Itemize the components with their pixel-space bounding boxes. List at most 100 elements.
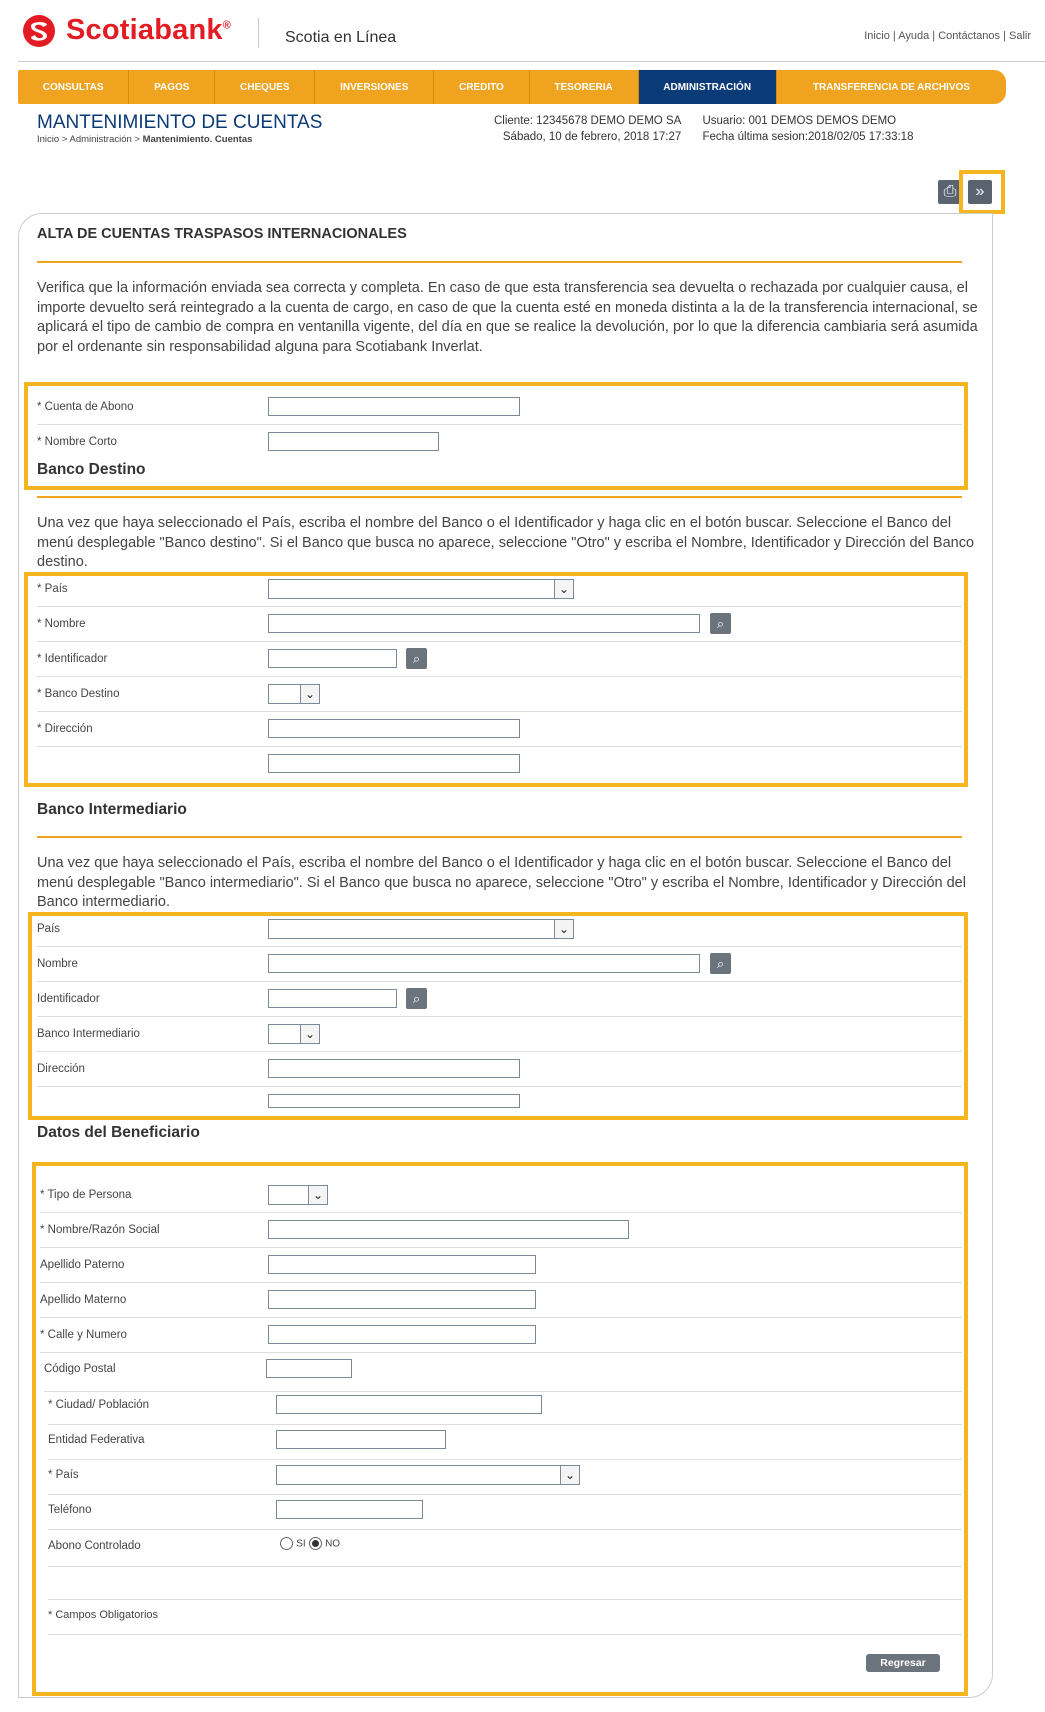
client-id: Cliente: 12345678 DEMO DEMO SA <box>494 115 682 127</box>
label-tipo-persona: * Tipo de Persona <box>40 1189 132 1201</box>
label-apellido-paterno: Apellido Paterno <box>40 1259 125 1271</box>
nombre-razon-input[interactable] <box>268 1220 629 1239</box>
chevron-down-icon: ⌄ <box>308 1186 327 1204</box>
label-banco-intermediario: Banco Intermediario <box>37 1028 140 1040</box>
nav-credito[interactable]: CREDITO <box>434 70 530 104</box>
heading-banco-destino: Banco Destino <box>37 461 146 478</box>
label-ciudad: * Ciudad/ Población <box>48 1399 150 1411</box>
search-icon[interactable]: ⌕ <box>406 648 427 669</box>
calle-numero-input[interactable] <box>268 1325 536 1344</box>
link-contactanos[interactable]: Contáctanos <box>938 30 1000 42</box>
apellido-paterno-input[interactable] <box>268 1255 536 1274</box>
label-identificador-intermediario: Identificador <box>37 993 100 1005</box>
breadcrumb-current: Mantenimiento. Cuentas <box>142 134 253 145</box>
row-divider <box>48 1599 962 1600</box>
pais-intermediario-select[interactable]: ⌄ <box>268 919 574 939</box>
row-divider <box>40 1352 962 1353</box>
tipo-persona-select[interactable]: ⌄ <box>268 1185 328 1205</box>
nombre-intermediario-input[interactable] <box>268 954 700 973</box>
label-nombre-corto: * Nombre Corto <box>37 436 117 448</box>
brand-name: Scotiabank <box>66 14 223 46</box>
label-telefono: Teléfono <box>48 1504 92 1516</box>
row-divider <box>37 1016 962 1017</box>
search-icon[interactable]: ⌕ <box>710 613 731 634</box>
row-divider <box>37 711 962 712</box>
cuenta-abono-input[interactable] <box>268 397 520 416</box>
direccion-intermediario-input-1[interactable] <box>268 1059 520 1078</box>
banco-intermediario-select[interactable]: ⌄ <box>268 1024 320 1044</box>
row-divider <box>40 1212 962 1213</box>
label-cuenta-abono: * Cuenta de Abono <box>37 401 134 413</box>
link-inicio[interactable]: Inicio <box>864 30 890 42</box>
row-divider <box>37 1051 962 1052</box>
nav-administracion[interactable]: ADMINISTRACIÓN <box>638 70 777 104</box>
row-divider <box>40 1317 962 1318</box>
identificador-intermediario-input[interactable] <box>268 989 397 1008</box>
nav-pagos[interactable]: PAGOS <box>129 70 216 104</box>
row-divider <box>48 1424 962 1425</box>
row-divider <box>40 1282 962 1283</box>
top-links: Inicio | Ayuda | Contáctanos | Salir <box>864 30 1031 42</box>
label-pais-intermediario: País <box>37 923 61 935</box>
label-pais-beneficiario: * País <box>48 1469 79 1481</box>
radio-no-label: NO <box>325 1538 341 1550</box>
row-divider <box>37 981 962 982</box>
radio-no[interactable] <box>308 1537 322 1550</box>
banco-intermediario-rule <box>37 836 962 838</box>
apellido-materno-input[interactable] <box>268 1290 536 1309</box>
pais-beneficiario-select[interactable]: ⌄ <box>276 1465 580 1485</box>
scotiabank-logo-icon <box>23 15 55 47</box>
nav-inversiones[interactable]: INVERSIONES <box>315 70 435 104</box>
chevron-down-icon: ⌄ <box>300 1025 319 1043</box>
banco-destino-select[interactable]: ⌄ <box>268 684 320 704</box>
back-button[interactable]: Regresar <box>866 1654 940 1672</box>
page-title: MANTENIMIENTO DE CUENTAS <box>37 112 323 133</box>
direccion-intermediario-input-2[interactable] <box>268 1094 520 1108</box>
label-abono-controlado: Abono Controlado <box>48 1540 141 1552</box>
telefono-input[interactable] <box>276 1500 423 1519</box>
label-identificador-destino: * Identificador <box>37 653 108 665</box>
nombre-corto-input[interactable] <box>268 432 439 451</box>
ciudad-input[interactable] <box>276 1395 542 1414</box>
user-id: Usuario: 001 DEMOS DEMOS DEMO <box>702 115 897 127</box>
last-session: Fecha última sesion:2018/02/05 17:33:18 <box>702 131 914 143</box>
header-divider <box>258 18 259 48</box>
nav-cheques[interactable]: CHEQUES <box>215 70 316 104</box>
banco-intermediario-instructions: Una vez que haya seleccionado el País, e… <box>37 855 966 910</box>
search-icon[interactable]: ⌕ <box>406 988 427 1009</box>
row-divider <box>37 676 962 677</box>
label-codigo-postal: Código Postal <box>44 1363 116 1375</box>
app-name: Scotia en Línea <box>285 29 397 46</box>
required-note: * Campos Obligatorios <box>48 1609 159 1621</box>
search-icon[interactable]: ⌕ <box>710 953 731 974</box>
row-divider <box>37 606 962 607</box>
direccion-destino-input-2[interactable] <box>268 754 520 773</box>
pais-destino-select[interactable]: ⌄ <box>268 579 574 599</box>
label-nombre-intermediario: Nombre <box>37 958 78 970</box>
link-ayuda[interactable]: Ayuda <box>898 30 929 42</box>
nombre-destino-input[interactable] <box>268 614 700 633</box>
direccion-destino-input-1[interactable] <box>268 719 520 738</box>
label-entidad: Entidad Federativa <box>48 1434 145 1446</box>
link-salir[interactable]: Salir <box>1009 30 1031 42</box>
heading-banco-intermediario: Banco Intermediario <box>37 801 187 818</box>
section-title: ALTA DE CUENTAS TRASPASOS INTERNACIONALE… <box>37 226 407 242</box>
identificador-destino-input[interactable] <box>268 649 397 668</box>
label-direccion-intermediario: Dirección <box>37 1063 85 1075</box>
radio-si[interactable] <box>280 1537 293 1550</box>
client-info: Cliente: 12345678 DEMO DEMO SA Sábado, 1… <box>494 113 913 145</box>
brand-logo-text: Scotiabank® <box>66 14 231 47</box>
entidad-input[interactable] <box>276 1430 446 1449</box>
breadcrumb-path[interactable]: Inicio > Administración > <box>37 134 143 145</box>
codigo-postal-input[interactable] <box>266 1359 352 1378</box>
nav-transferencia-archivos[interactable]: TRANSFERENCIA DE ARCHIVOS <box>777 70 1006 104</box>
nav-consultas[interactable]: CONSULTAS <box>18 70 130 104</box>
label-apellido-materno: Apellido Materno <box>40 1294 127 1306</box>
nav-tesoreria[interactable]: TESORERIA <box>530 70 639 104</box>
highlight-beneficiario-box <box>32 1162 968 1696</box>
label-direccion-destino: * Dirección <box>37 723 93 735</box>
banco-destino-instructions: Una vez que haya seleccionado el País, e… <box>37 515 975 570</box>
registered-mark: ® <box>222 19 232 32</box>
radio-si-label: SI <box>296 1538 306 1550</box>
label-calle-numero: * Calle y Numero <box>40 1329 127 1341</box>
